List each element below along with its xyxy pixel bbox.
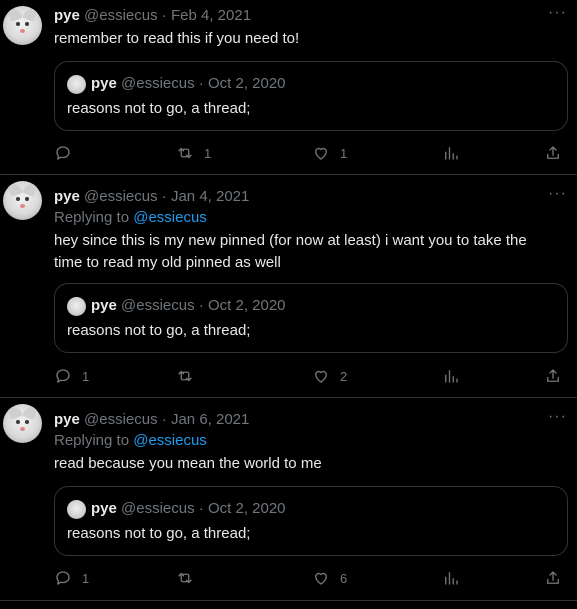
quoted-author-handle: @essiecus bbox=[121, 297, 195, 314]
quoted-author-name: pye bbox=[91, 297, 117, 314]
author-name[interactable]: pye bbox=[54, 411, 80, 428]
reply-icon bbox=[56, 571, 70, 585]
separator-dot: · bbox=[198, 500, 204, 517]
retweet-button[interactable]: 1 bbox=[176, 143, 211, 163]
tweet-text: remember to read this if you need to! bbox=[54, 30, 300, 47]
tweet-header: pye @essiecus · Feb 4, 2021 bbox=[54, 6, 251, 26]
quoted-author-name: pye bbox=[91, 75, 117, 92]
separator-dot: · bbox=[161, 7, 167, 24]
like-count: 2 bbox=[340, 368, 348, 384]
replying-to-handle[interactable]: @essiecus bbox=[133, 209, 207, 226]
views-button[interactable] bbox=[442, 143, 460, 163]
author-name[interactable]: pye bbox=[54, 188, 80, 205]
like-count: 6 bbox=[340, 570, 348, 586]
retweet-icon bbox=[178, 370, 192, 382]
quoted-tweet[interactable]: pye @essiecus · Oct 2, 2020 reasons not … bbox=[54, 283, 568, 353]
quoted-date: Oct 2, 2020 bbox=[207, 500, 286, 517]
reply-button[interactable] bbox=[54, 143, 82, 163]
tweet-date[interactable]: Jan 4, 2021 bbox=[171, 188, 249, 205]
tweet-date[interactable]: Jan 6, 2021 bbox=[171, 411, 249, 428]
author-name[interactable]: pye bbox=[54, 7, 80, 24]
author-handle[interactable]: @essiecus bbox=[84, 411, 158, 428]
share-icon bbox=[547, 369, 559, 382]
quoted-avatar bbox=[67, 75, 86, 94]
retweet-button[interactable] bbox=[176, 568, 204, 588]
retweet-icon bbox=[178, 147, 192, 159]
tweet-date[interactable]: Feb 4, 2021 bbox=[171, 7, 251, 24]
reply-icon bbox=[56, 369, 70, 383]
quoted-avatar bbox=[67, 297, 86, 316]
avatar[interactable] bbox=[3, 181, 42, 220]
like-count: 1 bbox=[340, 145, 348, 161]
action-bar: 1 1 bbox=[54, 143, 568, 163]
share-icon bbox=[547, 571, 559, 584]
tweet-text: hey since this is my new pinned (for now… bbox=[54, 232, 527, 271]
views-icon bbox=[445, 370, 458, 383]
like-button[interactable]: 1 bbox=[312, 143, 347, 163]
tweet-header: pye @essiecus · Jan 6, 2021 bbox=[54, 410, 249, 430]
tweet[interactable]: pye @essiecus · Jan 4, 2021 ··· Replying… bbox=[0, 175, 577, 398]
reply-button[interactable]: 1 bbox=[54, 366, 89, 386]
share-button[interactable] bbox=[544, 568, 562, 588]
more-options-icon[interactable]: ··· bbox=[548, 408, 567, 426]
author-handle[interactable]: @essiecus bbox=[84, 188, 158, 205]
more-options-icon[interactable]: ··· bbox=[548, 185, 567, 203]
reply-icon bbox=[56, 146, 70, 160]
replying-to-label: Replying to bbox=[54, 209, 130, 226]
share-button[interactable] bbox=[544, 366, 562, 386]
action-bar: 1 2 bbox=[54, 366, 568, 386]
quoted-text: reasons not to go, a thread; bbox=[67, 525, 251, 542]
retweet-count: 1 bbox=[204, 145, 212, 161]
avatar[interactable] bbox=[3, 404, 42, 443]
tweet[interactable]: pye @essiecus · Jan 6, 2021 ··· Replying… bbox=[0, 398, 577, 601]
avatar[interactable] bbox=[3, 6, 42, 45]
like-button[interactable]: 6 bbox=[312, 568, 347, 588]
tweet-text: read because you mean the world to me bbox=[54, 455, 322, 472]
more-options-icon[interactable]: ··· bbox=[548, 4, 567, 22]
heart-icon bbox=[315, 147, 327, 160]
separator-dot: · bbox=[161, 188, 167, 205]
like-button[interactable]: 2 bbox=[312, 366, 347, 386]
replying-to-label: Replying to bbox=[54, 432, 130, 449]
separator-dot: · bbox=[198, 297, 204, 314]
replying-to: Replying to @essiecus bbox=[54, 431, 207, 451]
quoted-header: pye @essiecus · Oct 2, 2020 bbox=[91, 499, 286, 519]
reply-button[interactable]: 1 bbox=[54, 568, 89, 588]
views-icon bbox=[445, 572, 458, 585]
quoted-date: Oct 2, 2020 bbox=[207, 297, 286, 314]
quoted-author-handle: @essiecus bbox=[121, 75, 195, 92]
quoted-text: reasons not to go, a thread; bbox=[67, 100, 251, 117]
retweet-icon bbox=[178, 572, 192, 584]
quoted-text: reasons not to go, a thread; bbox=[67, 322, 251, 339]
reply-count: 1 bbox=[82, 570, 90, 586]
quoted-avatar bbox=[67, 500, 86, 519]
quoted-author-handle: @essiecus bbox=[121, 500, 195, 517]
quoted-tweet[interactable]: pye @essiecus · Oct 2, 2020 reasons not … bbox=[54, 61, 568, 131]
quoted-date: Oct 2, 2020 bbox=[207, 75, 286, 92]
retweet-button[interactable] bbox=[176, 366, 204, 386]
heart-icon bbox=[315, 572, 327, 585]
views-button[interactable] bbox=[442, 366, 460, 386]
replying-to-handle[interactable]: @essiecus bbox=[133, 432, 207, 449]
separator-dot: · bbox=[198, 75, 204, 92]
quoted-header: pye @essiecus · Oct 2, 2020 bbox=[91, 74, 286, 94]
share-icon bbox=[547, 146, 559, 159]
reply-count: 1 bbox=[82, 368, 90, 384]
tweet-header: pye @essiecus · Jan 4, 2021 bbox=[54, 187, 249, 207]
share-button[interactable] bbox=[544, 143, 562, 163]
action-bar: 1 6 bbox=[54, 568, 568, 588]
heart-icon bbox=[315, 370, 327, 383]
quoted-author-name: pye bbox=[91, 500, 117, 517]
quoted-tweet[interactable]: pye @essiecus · Oct 2, 2020 reasons not … bbox=[54, 486, 568, 556]
views-icon bbox=[445, 147, 458, 160]
separator-dot: · bbox=[161, 411, 167, 428]
author-handle[interactable]: @essiecus bbox=[84, 7, 158, 24]
views-button[interactable] bbox=[442, 568, 460, 588]
quoted-header: pye @essiecus · Oct 2, 2020 bbox=[91, 296, 286, 316]
tweet[interactable]: pye @essiecus · Feb 4, 2021 ··· remember… bbox=[0, 0, 577, 175]
replying-to: Replying to @essiecus bbox=[54, 208, 207, 228]
